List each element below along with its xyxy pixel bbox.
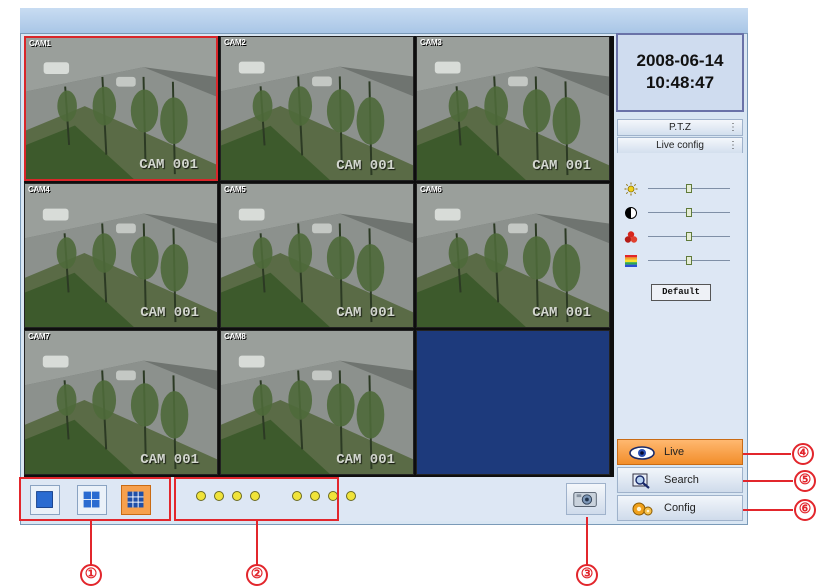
saturation-slider[interactable] [624,230,734,244]
camera-cell-4[interactable]: CAM4 CAM 001 [24,183,218,328]
snapshot-button[interactable] [566,483,606,515]
live-config-panel-button[interactable]: Live config ⋮ [617,137,743,154]
brightness-slider[interactable] [624,182,734,196]
annotation-2: ② [246,564,268,586]
annotation-leader-5 [743,480,793,482]
camera-label: CAM4 [28,185,50,194]
title-bar [20,8,748,34]
annotation-leader-1 [90,521,92,565]
camera-icon [573,491,597,507]
live-config-menu-icon: ⋮ [728,140,738,151]
contrast-icon [625,207,637,219]
ptz-menu-icon: ⋮ [728,122,738,133]
live-button[interactable]: Live [617,439,743,465]
default-button[interactable]: Default [651,284,711,301]
layout-buttons-highlight [19,477,171,521]
camera-label: CAM1 [29,39,51,48]
live-config-label: Live config [656,140,704,151]
rainbow-icon [625,255,637,267]
camera-cell-2[interactable]: CAM2 CAM 001 [220,36,414,181]
contrast-slider[interactable] [624,206,734,220]
camera-overlay-text: CAM 001 [140,305,199,321]
camera-label: CAM7 [28,332,50,341]
config-label: Config [664,502,696,514]
camera-overlay-text: CAM 001 [336,305,395,321]
slider-thumb[interactable] [686,232,692,241]
ptz-panel-button[interactable]: P.T.Z ⋮ [617,119,743,136]
slider-thumb[interactable] [686,256,692,265]
camera-cell-1[interactable]: CAM1 CAM 001 [24,36,218,181]
slider-thumb[interactable] [686,208,692,217]
camera-overlay-text: CAM 001 [532,158,591,174]
camera-label: CAM5 [224,185,246,194]
slider-thumb[interactable] [686,184,692,193]
time-text: 10:48:47 [645,73,715,92]
camera-label: CAM3 [420,38,442,47]
camera-cell-7[interactable]: CAM7 CAM 001 [24,330,218,475]
camera-overlay-text: CAM 001 [139,157,198,173]
gear-icon [632,502,653,516]
search-button[interactable]: Search [617,467,743,493]
search-icon [632,473,650,489]
camera-cell-8[interactable]: CAM8 CAM 001 [220,330,414,475]
camera-cell-5[interactable]: CAM5 CAM 001 [220,183,414,328]
annotation-leader-6 [743,509,793,511]
camera-label: CAM6 [420,185,442,194]
camera-cell-6[interactable]: CAM6 CAM 001 [416,183,610,328]
eye-icon [629,446,655,460]
camera-grid: CAM1 CAM 001 CAM2 CAM 001 CAM3 CAM 001 C… [24,36,614,477]
color-balls-icon [624,231,638,243]
sun-icon [624,182,638,196]
camera-overlay-text: CAM 001 [140,452,199,468]
annotation-leader-4 [743,453,791,455]
channel-indicator-dot [346,491,356,501]
camera-label: CAM8 [224,332,246,341]
channel-indicators-highlight [174,477,339,521]
annotation-4: ④ [792,443,814,465]
live-label: Live [664,446,685,458]
search-label: Search [664,474,699,486]
camera-overlay-text: CAM 001 [532,305,591,321]
annotation-3: ③ [576,564,598,586]
camera-label: CAM2 [224,38,246,47]
datetime-display: 2008-06-14 10:48:47 [616,33,744,112]
camera-overlay-text: CAM 001 [336,452,395,468]
annotation-leader-3 [586,517,588,565]
camera-cell-empty[interactable] [416,330,610,475]
date-text: 2008-06-14 [636,51,724,70]
annotation-5: ⑤ [794,470,816,492]
config-button[interactable]: Config [617,495,743,521]
hue-slider[interactable] [624,254,734,268]
annotation-6: ⑥ [794,499,816,521]
annotation-leader-2 [256,521,258,565]
camera-cell-3[interactable]: CAM3 CAM 001 [416,36,610,181]
camera-overlay-text: CAM 001 [336,158,395,174]
ptz-label: P.T.Z [668,122,692,133]
annotation-1: ① [80,564,102,586]
